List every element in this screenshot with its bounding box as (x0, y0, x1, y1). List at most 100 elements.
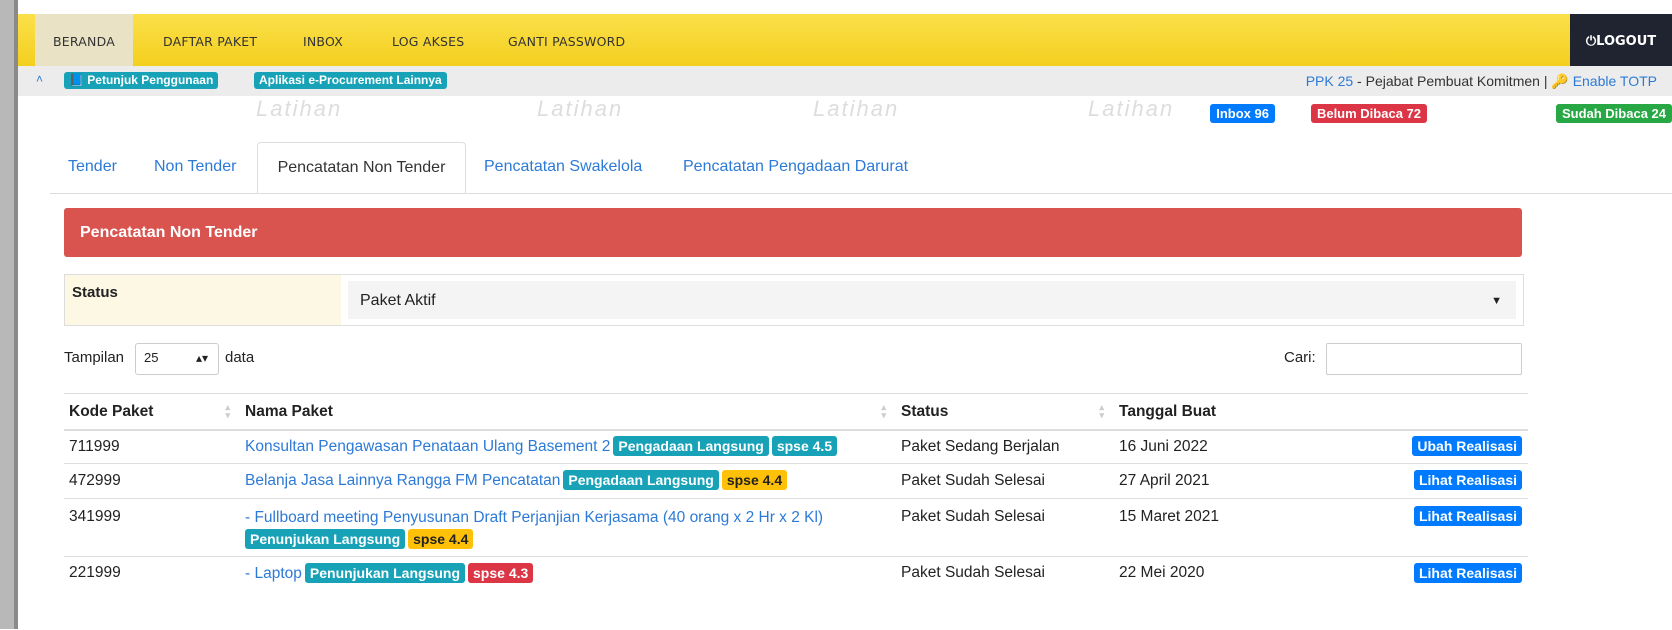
top-edge (0, 0, 1672, 14)
watermark-text: Latihan (537, 96, 624, 121)
package-link[interactable]: Belanja Jasa Lainnya Rangga FM Pencatata… (245, 472, 560, 489)
action-cell: Lihat Realisasi (1314, 497, 1528, 556)
tanggal-cell: 27 April 2021 (1114, 462, 1314, 498)
unread-count-badge[interactable]: Belum Dibaca 72 (1310, 104, 1427, 123)
page-length-select[interactable]: 25 ▴▾ (135, 343, 219, 375)
top-navbar: BERANDA DAFTAR PAKET INBOX LOG AKSES GAN… (18, 14, 1672, 66)
ppk-link[interactable]: PPK 25 (1306, 73, 1353, 89)
nav-beranda[interactable]: BERANDA (35, 14, 133, 66)
aplikasi-link[interactable]: Aplikasi e-Procurement Lainnya (254, 72, 447, 89)
sort-icon: ▴ ▾ (1099, 402, 1104, 420)
collapse-chevron-icon[interactable]: ˄ (36, 72, 43, 86)
package-link[interactable]: - Laptop (245, 565, 302, 582)
caret-down-icon: ▼ (1491, 295, 1502, 307)
tab-pencatatan-swakelola[interactable]: Pencatatan Swakelola (484, 142, 642, 194)
method-badge: Pengadaan Langsung (563, 469, 719, 490)
table-row: 711999 Konsultan Pengawasan Penataan Ula… (64, 429, 1528, 463)
kode-cell: 711999 (64, 429, 240, 463)
logout-label: LOGOUT (1596, 34, 1657, 49)
package-table: Kode Paket ▴ ▾ Nama Paket ▴ ▾ Status ▴ ▾ Tangg… (64, 393, 1528, 590)
table-row: 221999 - Laptop Penunjukan Langsung spse 4… (64, 555, 1528, 590)
lihat-realisasi-button[interactable]: Lihat Realisasi (1413, 505, 1522, 526)
method-badge: Pengadaan Langsung (613, 436, 769, 456)
package-link[interactable]: - Fullboard meeting Penyusunan Draft Per… (245, 509, 823, 526)
method-badge: Penunjukan Langsung (245, 528, 406, 549)
petunjuk-link[interactable]: 📘 Petunjuk Penggunaan (64, 72, 219, 89)
col-status[interactable]: Status ▴ ▾ (896, 393, 1114, 431)
spse-badge: spse 4.4 (408, 528, 474, 549)
app-frame: BERANDA DAFTAR PAKET INBOX LOG AKSES GAN… (0, 0, 1672, 630)
book-icon: 📘 (69, 73, 84, 87)
kode-cell: 472999 (64, 462, 240, 498)
nav-ganti-password[interactable]: GANTI PASSWORD (508, 14, 625, 66)
watermark-text: Latihan (256, 96, 343, 121)
action-cell: Lihat Realisasi (1314, 555, 1528, 590)
watermark-text: Latihan (1088, 96, 1175, 121)
tab-non-tender[interactable]: Non Tender (154, 142, 236, 194)
package-tabs: Tender Non Tender Pencatatan Non Tender … (50, 142, 1672, 196)
status-cell: Paket Sedang Berjalan (896, 429, 1114, 463)
table-row: 341999 - Fullboard meeting Penyusunan Dr… (64, 497, 1528, 556)
sort-icon: ▴ ▾ (225, 402, 230, 420)
action-cell: Lihat Realisasi (1314, 462, 1528, 498)
petunjuk-label: Petunjuk Penggunaan (87, 73, 214, 87)
search-input[interactable] (1326, 343, 1522, 375)
updown-icon: ▴▾ (195, 351, 208, 365)
sort-icon: ▴ ▾ (881, 402, 886, 420)
kode-cell: 221999 (64, 555, 240, 590)
search-label: Cari: (1284, 349, 1316, 366)
tanggal-cell: 15 Maret 2021 (1114, 497, 1314, 556)
spse-badge: spse 4.4 (721, 469, 788, 490)
status-cell: Paket Sudah Selesai (896, 555, 1114, 590)
watermark-text: Latihan (813, 96, 900, 121)
action-cell: Ubah Realisasi (1314, 429, 1528, 463)
data-label: data (225, 349, 255, 366)
enable-totp-link[interactable]: Enable TOTP (1573, 73, 1657, 89)
col-nama-paket[interactable]: Nama Paket ▴ ▾ (240, 393, 896, 431)
method-badge: Penunjukan Langsung (304, 562, 466, 583)
tab-tender[interactable]: Tender (68, 142, 117, 194)
kode-cell: 341999 (64, 497, 240, 556)
key-icon: 🔑 (1551, 73, 1569, 89)
package-link[interactable]: Konsultan Pengawasan Penataan Ulang Base… (245, 438, 610, 455)
page-length-control: Tampilan 25 ▴▾ data (64, 342, 254, 375)
nama-cell: - Fullboard meeting Penyusunan Draft Per… (240, 497, 896, 556)
ppk-role: - Pejabat Pembuat Komitmen | (1353, 73, 1552, 89)
window-left-edge (0, 0, 18, 629)
spse-badge: spse 4.3 (468, 562, 534, 583)
status-select-value: Paket Aktif (360, 292, 436, 309)
spse-badge: spse 4.5 (771, 436, 838, 456)
status-cell: Paket Sudah Selesai (896, 497, 1114, 556)
table-header-row: Kode Paket ▴ ▾ Nama Paket ▴ ▾ Status ▴ ▾ Tangg… (64, 393, 1528, 431)
col-kode-paket[interactable]: Kode Paket ▴ ▾ (64, 393, 240, 431)
tab-pencatatan-pengadaan-darurat[interactable]: Pencatatan Pengadaan Darurat (683, 142, 908, 194)
nav-inbox[interactable]: INBOX (303, 14, 343, 66)
tanggal-cell: 16 Juni 2022 (1114, 429, 1314, 463)
status-cell: Paket Sudah Selesai (896, 462, 1114, 498)
tampilan-label: Tampilan (64, 349, 125, 366)
status-filter-label: Status (65, 275, 341, 325)
lihat-realisasi-button[interactable]: Lihat Realisasi (1413, 562, 1522, 583)
tab-pencatatan-non-tender[interactable]: Pencatatan Non Tender (257, 142, 466, 196)
info-bar: ˄ 📘 Petunjuk Penggunaan Aplikasi e-Procu… (18, 66, 1672, 96)
col-tanggal-buat[interactable]: Tanggal Buat (1114, 393, 1314, 431)
status-select[interactable]: Paket Aktif ▼ (348, 281, 1516, 319)
user-info: PPK 25 - Pejabat Pembuat Komitmen | 🔑 En… (1306, 73, 1657, 90)
logout-button[interactable]: ⏻LOGOUT (1570, 14, 1672, 66)
status-filter: Status Paket Aktif ▼ (64, 274, 1524, 326)
lihat-realisasi-button[interactable]: Lihat Realisasi (1413, 469, 1522, 490)
tanggal-cell: 22 Mei 2020 (1114, 555, 1314, 590)
table-row: 472999 Belanja Jasa Lainnya Rangga FM Pe… (64, 462, 1528, 498)
nav-log-akses[interactable]: LOG AKSES (392, 14, 464, 66)
ubah-realisasi-button[interactable]: Ubah Realisasi (1412, 436, 1522, 456)
page-length-value: 25 (144, 350, 159, 365)
nama-cell: Belanja Jasa Lainnya Rangga FM Pencatata… (240, 462, 896, 498)
inbox-count-badge[interactable]: Inbox 96 (1210, 104, 1275, 123)
nama-cell: Konsultan Pengawasan Penataan Ulang Base… (240, 429, 896, 463)
read-count-badge[interactable]: Sudah Dibaca 24 (1555, 104, 1672, 123)
power-icon: ⏻ (1585, 34, 1597, 49)
nama-cell: - Laptop Penunjukan Langsung spse 4.3 (240, 555, 896, 590)
col-aksi (1314, 393, 1528, 431)
nav-daftar-paket[interactable]: DAFTAR PAKET (163, 14, 257, 66)
panel-title: Pencatatan Non Tender (64, 208, 1522, 257)
